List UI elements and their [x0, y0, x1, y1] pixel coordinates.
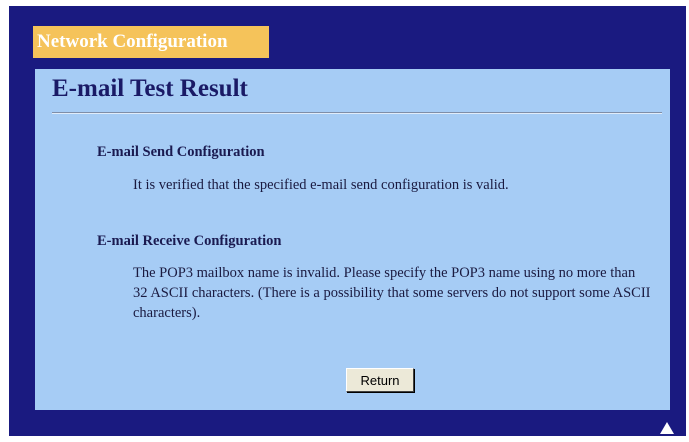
send-config-message: It is verified that the specified e-mail…	[133, 177, 509, 193]
network-configuration-tab: Network Configuration	[33, 26, 269, 58]
title-divider	[52, 112, 662, 114]
receive-config-heading: E-mail Receive Configuration	[97, 233, 282, 249]
send-config-heading: E-mail Send Configuration	[97, 144, 265, 160]
page-title: E-mail Test Result	[52, 75, 248, 102]
return-button[interactable]: Return	[346, 368, 414, 392]
receive-config-message: The POP3 mailbox name is invalid. Please…	[133, 265, 651, 321]
result-panel: E-mail Test Result E-mail Send Configura…	[35, 69, 670, 410]
up-arrow-icon[interactable]	[660, 422, 674, 434]
